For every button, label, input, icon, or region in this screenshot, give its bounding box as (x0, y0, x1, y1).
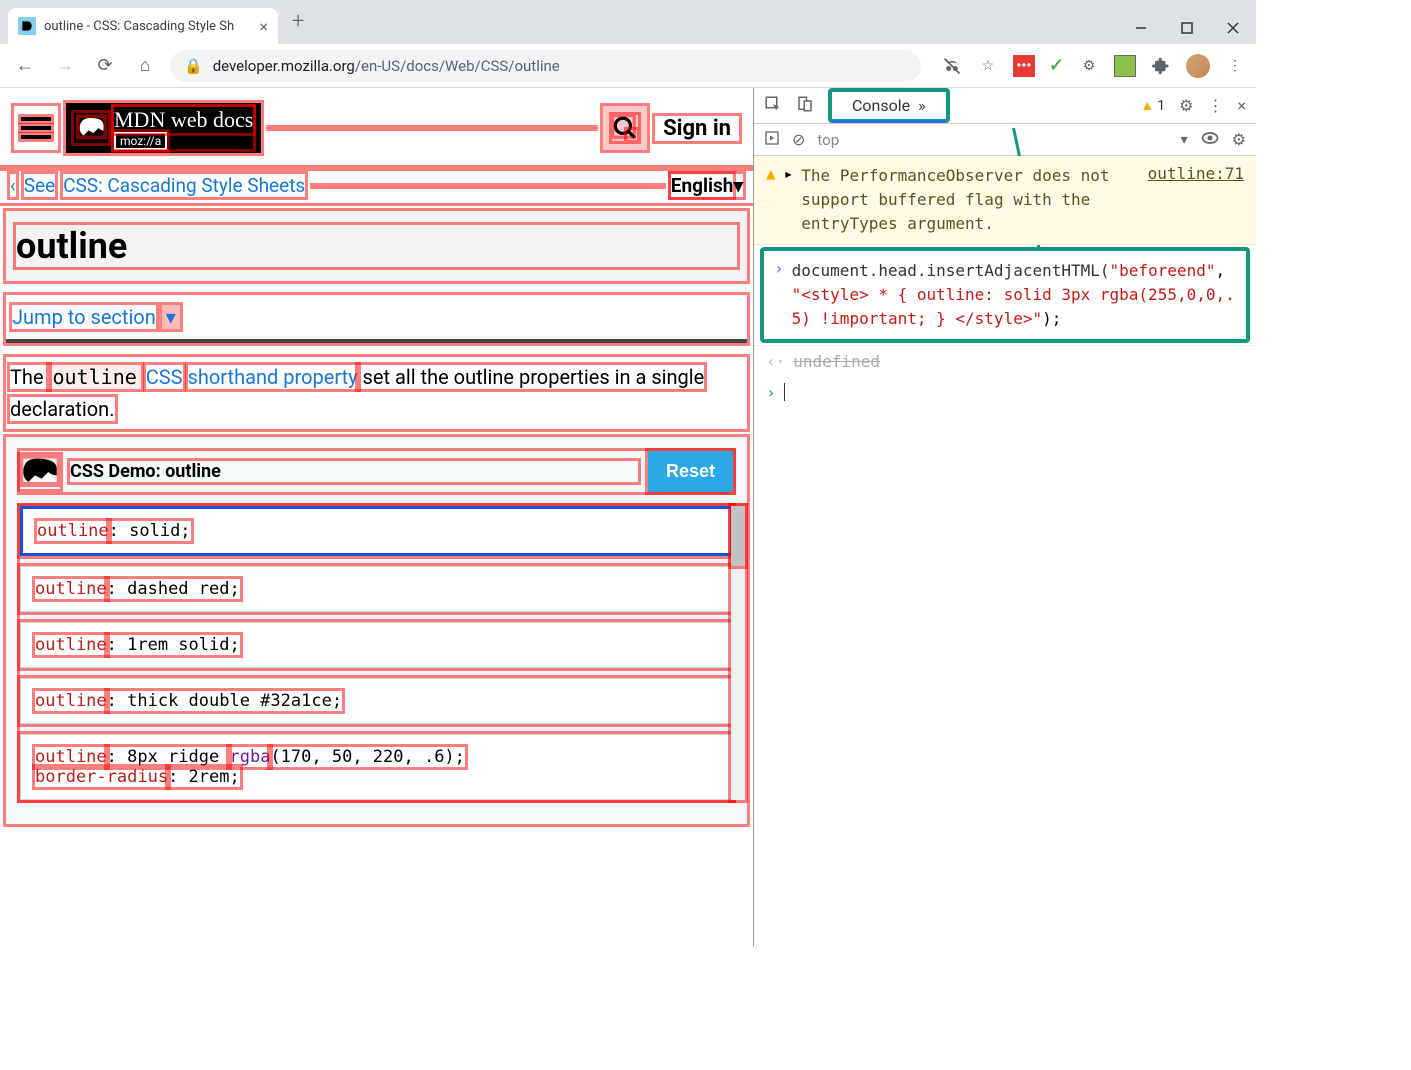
forward-button[interactable]: → (50, 51, 80, 81)
favicon-icon (18, 17, 36, 35)
prompt-icon: › (766, 383, 776, 402)
bookmark-icon[interactable]: ☆ (977, 55, 999, 77)
context-selector[interactable]: top (817, 131, 1168, 149)
browser-tab[interactable]: outline - CSS: Cascading Style Sh × (8, 8, 278, 44)
url-host: developer.mozilla.org (213, 57, 355, 75)
breadcrumb-css-link[interactable]: CSS: Cascading Style Sheets (63, 174, 305, 197)
close-devtools-icon[interactable]: × (1237, 96, 1246, 115)
shorthand-link[interactable]: shorthand property (188, 365, 358, 389)
profile-avatar[interactable] (1186, 54, 1210, 78)
devtools-tabs: Console » ▲1 ⚙ ⋮ × (754, 88, 1256, 124)
demo-item[interactable]: outline: dashed red; (20, 566, 733, 612)
device-toggle-icon[interactable] (796, 95, 814, 117)
extension-lastpass-icon[interactable]: ••• (1013, 55, 1035, 77)
mdn-logo-sub: moz://a (114, 132, 167, 150)
warning-source-link[interactable]: outline:71 (1148, 164, 1244, 236)
demo-list: outline: solid; outline: dashed red; out… (20, 506, 733, 800)
search-button[interactable] (603, 106, 647, 150)
chevron-down-icon: ▾ (162, 305, 180, 329)
language-selector[interactable]: English ▾ (671, 174, 743, 197)
demo-scrollbar[interactable] (731, 506, 745, 800)
warning-icon: ▲ (766, 164, 776, 236)
page-title: outline (16, 225, 737, 267)
demo-dino-icon (20, 455, 60, 489)
return-value: undefined (793, 352, 880, 371)
mdn-logo-text: MDN web docs (114, 107, 253, 133)
console-toolbar: ⊘ top ▾ ⚙ (754, 124, 1256, 156)
intro-paragraph: The outline CSS shorthand property set a… (6, 357, 747, 429)
url-path: /en-US/docs/Web/CSS/outline (355, 57, 560, 75)
demo-item[interactable]: outline: 1rem solid; (20, 622, 733, 668)
command-highlight-box: › document.head.insertAdjacentHTML("befo… (760, 247, 1250, 343)
toolbar-actions: ☆ ••• ✓ ⚙ ⋮ (931, 54, 1246, 78)
eye-icon[interactable] (1200, 128, 1220, 152)
return-icon: ‹· (766, 352, 785, 371)
page-content: MDN web docs moz://a Sign in ‹ See CSS: … (0, 88, 754, 946)
reset-button[interactable]: Reset (648, 451, 733, 492)
reload-button[interactable]: ⟳ (90, 51, 120, 81)
expand-icon[interactable]: ▸ (784, 164, 794, 236)
command-text: document.head.insertAdjacentHTML("before… (792, 259, 1236, 331)
breadcrumb-see: See (24, 174, 55, 197)
settings-icon[interactable]: ⚙ (1179, 96, 1193, 115)
inspect-icon[interactable] (764, 95, 782, 117)
maximize-button[interactable] (1164, 12, 1210, 44)
execution-toggle-icon[interactable] (764, 130, 780, 150)
context-chevron-icon: ▾ (1181, 132, 1188, 148)
code-outline: outline (49, 365, 141, 389)
lock-icon: 🔒 (184, 57, 203, 75)
home-button[interactable]: ⌂ (130, 51, 160, 81)
extension-check-icon[interactable]: ✓ (1049, 55, 1064, 76)
console-warning-row: ▲ ▸ The PerformanceObserver does not sup… (754, 156, 1256, 245)
signin-link[interactable]: Sign in (655, 116, 739, 141)
console-tab[interactable]: Console » (828, 88, 950, 123)
page-title-box: outline (6, 211, 747, 281)
demo-item[interactable]: outline: 8px ridge rgba(170, 50, 220, .6… (20, 734, 733, 800)
minimize-button[interactable] (1118, 12, 1164, 44)
window-controls (1118, 12, 1256, 44)
prompt-icon: › (774, 259, 784, 331)
warning-text: The PerformanceObserver does not support… (801, 164, 1139, 236)
chevron-left-icon[interactable]: ‹ (10, 174, 16, 197)
extension-gear-icon[interactable]: ⚙ (1078, 55, 1100, 77)
devtools-panel: Console » ▲1 ⚙ ⋮ × ⊘ top ▾ ⚙ ▲ ▸ The Per… (754, 88, 1256, 946)
warning-count-badge[interactable]: ▲1 (1140, 97, 1165, 114)
mdn-header: MDN web docs moz://a Sign in (0, 88, 753, 168)
console-body: ▲ ▸ The PerformanceObserver does not sup… (754, 156, 1256, 946)
extensions-icon[interactable] (1150, 55, 1172, 77)
console-command-row: › document.head.insertAdjacentHTML("befo… (770, 257, 1240, 333)
jump-to-section[interactable]: Jump to section ▾ (6, 295, 747, 343)
browser-toolbar: ← → ⟳ ⌂ 🔒 developer.mozilla.org/en-US/do… (0, 44, 1256, 88)
console-input-row[interactable]: › (754, 377, 1256, 408)
extension-note-icon[interactable] (1114, 55, 1136, 77)
mdn-logo[interactable]: MDN web docs moz://a (66, 103, 261, 153)
close-window-button[interactable] (1210, 12, 1256, 44)
css-demo-box: CSS Demo: outline Reset outline: solid; … (6, 437, 747, 824)
demo-title: CSS Demo: outline (70, 461, 638, 482)
mdn-dino-icon (74, 113, 108, 143)
close-tab-icon[interactable]: × (259, 17, 268, 36)
tab-title: outline - CSS: Cascading Style Sh (44, 19, 251, 34)
menu-icon[interactable]: ⋮ (1224, 55, 1246, 77)
address-bar[interactable]: 🔒 developer.mozilla.org/en-US/docs/Web/C… (170, 50, 921, 82)
more-icon[interactable]: ⋮ (1207, 96, 1223, 115)
breadcrumb-bar: ‹ See CSS: Cascading Style Sheets Englis… (0, 168, 753, 203)
demo-item[interactable]: outline: solid; (20, 506, 733, 556)
jump-label: Jump to section (12, 305, 156, 329)
input-cursor (784, 383, 785, 401)
window-titlebar: outline - CSS: Cascading Style Sh × + (0, 0, 1256, 44)
clear-console-icon[interactable]: ⊘ (792, 130, 805, 149)
console-return-row: ‹· undefined (754, 345, 1256, 377)
incognito-icon[interactable] (941, 55, 963, 77)
search-icon (612, 115, 638, 141)
css-link[interactable]: CSS (146, 365, 183, 389)
hamburger-menu-button[interactable] (14, 106, 58, 150)
console-settings-icon[interactable]: ⚙ (1232, 130, 1246, 149)
warning-icon: ▲ (1140, 97, 1154, 114)
back-button[interactable]: ← (10, 51, 40, 81)
demo-item[interactable]: outline: thick double #32a1ce; (20, 678, 733, 724)
new-tab-button[interactable]: + (292, 9, 304, 34)
